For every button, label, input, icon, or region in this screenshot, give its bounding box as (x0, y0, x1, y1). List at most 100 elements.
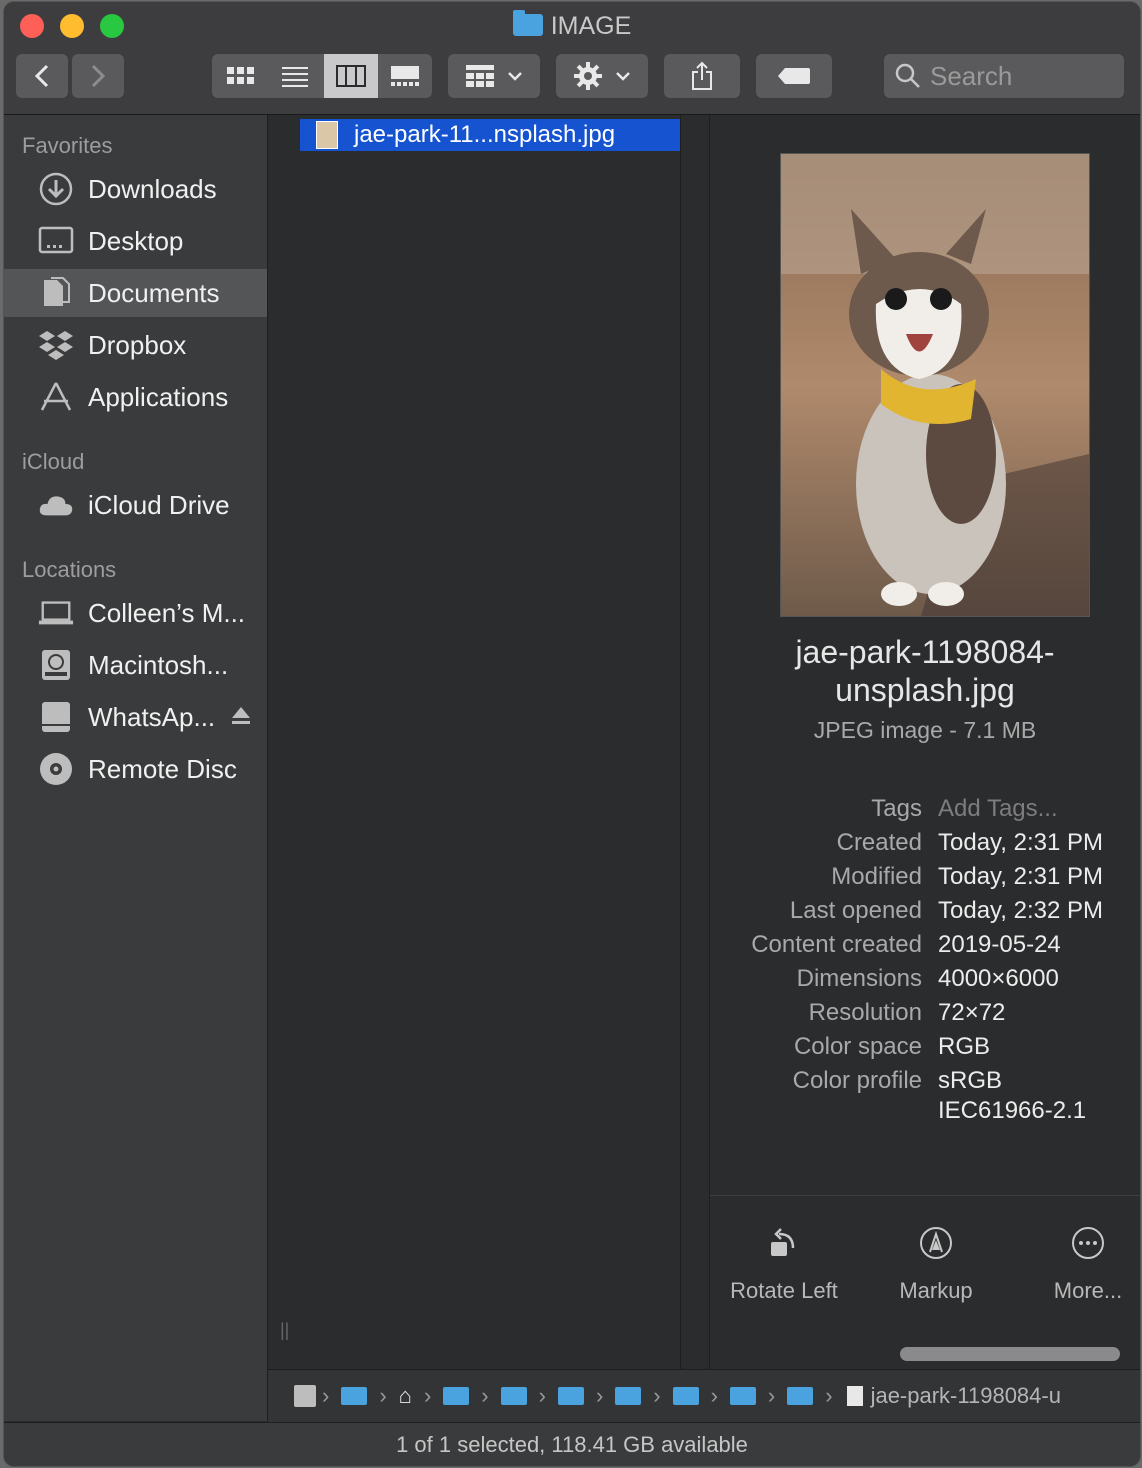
sidebar-item-whatsapp[interactable]: WhatsAp... (4, 693, 267, 741)
meta-key-content-created: Content created (751, 931, 922, 958)
meta-value-dimensions: 4000×6000 (938, 965, 1059, 992)
sidebar-item-desktop[interactable]: Desktop (4, 217, 267, 265)
column-view-button[interactable] (324, 54, 378, 98)
chevron-down-icon (616, 72, 630, 81)
meta-value-last-opened: Today, 2:32 PM (938, 897, 1103, 924)
more-label: More... (1053, 1278, 1123, 1303)
folder-icon[interactable] (787, 1387, 814, 1405)
group-button[interactable] (448, 54, 540, 98)
image-file-icon[interactable] (846, 1386, 863, 1406)
add-tags-field[interactable]: Add Tags... (938, 795, 1138, 823)
file-name: jae-park-11...nsplash.jpg (354, 121, 616, 148)
file-row-selected[interactable]: jae-park-11...nsplash.jpg (300, 119, 680, 151)
forward-button[interactable] (72, 54, 124, 98)
chevron-right-icon: › (653, 1383, 661, 1408)
sidebar-item-icloud-drive[interactable]: iCloud Drive (4, 481, 267, 529)
tag-icon (778, 68, 810, 84)
chevron-right-icon: › (322, 1383, 330, 1408)
rotate-left-label: Rotate Left (730, 1278, 838, 1303)
applications-icon (38, 379, 74, 415)
finder-window: IMAGE Search Favorites Downloads Desktop… (4, 2, 1140, 1466)
window-title: IMAGE (4, 10, 1140, 41)
chevron-right-icon: › (767, 1383, 776, 1408)
group-icon (466, 65, 494, 87)
markup-label: Markup (899, 1278, 973, 1303)
icon-view-button[interactable] (214, 54, 268, 98)
path-bar: › › ⌂ › › › › › › › › jae-park-1198084-u (268, 1369, 1140, 1422)
share-icon (692, 61, 712, 90)
horizontal-scrollbar[interactable] (900, 1347, 1120, 1361)
folder-icon[interactable] (500, 1387, 527, 1405)
meta-key-last-opened: Last opened (789, 897, 922, 924)
toolbar: IMAGE Search (4, 2, 1140, 115)
preview-pane: jae-park-1198084- unsplash.jpg JPEG imag… (710, 115, 1140, 1421)
file-name-line-2: unsplash.jpg (835, 672, 1015, 708)
preview-file-name: jae-park-1198084- unsplash.jpg (710, 633, 1140, 709)
chevron-right-icon: › (423, 1383, 432, 1408)
gallery-view-button[interactable] (378, 54, 432, 98)
dropbox-icon (38, 327, 74, 363)
back-button[interactable] (16, 54, 68, 98)
columns-icon (336, 65, 366, 87)
folder-icon[interactable] (729, 1387, 756, 1405)
sidebar-item-dropbox[interactable]: Dropbox (4, 321, 267, 369)
share-button[interactable] (664, 54, 740, 98)
chevron-right-icon: › (379, 1383, 387, 1408)
markup-icon (866, 1226, 1006, 1262)
file-name-line-1: jae-park-1198084- (795, 634, 1055, 670)
chevron-right-icon: › (710, 1383, 718, 1408)
search-field[interactable]: Search (884, 54, 1124, 98)
sidebar-item-applications[interactable]: Applications (4, 373, 267, 421)
rotate-left-icon (714, 1226, 854, 1262)
more-button[interactable]: More... (1018, 1226, 1140, 1304)
sidebar-item-label: Colleen’s M... (88, 597, 246, 628)
users-folder-icon[interactable] (341, 1387, 368, 1405)
sidebar-item-documents[interactable]: Documents (4, 269, 267, 317)
harddisk-icon[interactable] (294, 1385, 316, 1407)
meta-key-modified: Modified (831, 863, 922, 890)
documents-icon (38, 275, 74, 311)
volume-icon (38, 699, 74, 735)
list-view-button[interactable] (268, 54, 322, 98)
search-placeholder: Search (930, 60, 1013, 91)
sidebar-item-downloads[interactable]: Downloads (4, 165, 267, 213)
sidebar-section-locations: Locations (22, 557, 117, 582)
gallery-icon (391, 66, 419, 86)
sidebar-item-computer[interactable]: Colleen’s M... (4, 589, 267, 637)
folder-icon[interactable] (672, 1387, 699, 1405)
meta-value-color-profile-cont: IEC61966-2.1 (938, 1097, 1087, 1124)
rotate-left-button[interactable]: Rotate Left (714, 1226, 854, 1304)
sidebar-item-label: Dropbox (88, 329, 187, 360)
action-button[interactable] (556, 54, 648, 98)
quick-actions: Rotate Left Markup More... (710, 1195, 1140, 1346)
image-file-icon (316, 121, 338, 149)
meta-key-resolution: Resolution (808, 999, 922, 1026)
column-resize-handle[interactable]: || (280, 1320, 289, 1341)
meta-value-resolution: 72×72 (938, 999, 1006, 1026)
markup-button[interactable]: Markup (866, 1226, 1006, 1304)
eject-icon[interactable] (231, 703, 251, 734)
meta-key-color-space: Color space (793, 1033, 922, 1060)
meta-value-modified: Today, 2:31 PM (938, 863, 1103, 890)
folder-icon[interactable] (557, 1387, 584, 1405)
home-icon[interactable]: ⌂ (399, 1383, 412, 1409)
download-icon (38, 171, 74, 207)
path-last-item[interactable]: jae-park-1198084-u (871, 1383, 1061, 1409)
list-icon (282, 67, 308, 87)
sidebar-section-favorites: Favorites (22, 133, 113, 158)
sidebar-item-label: Macintosh... (88, 649, 229, 680)
laptop-icon (38, 595, 74, 631)
file-kind: JPEG image - 7.1 MB (813, 717, 1037, 743)
documents-folder-icon[interactable] (443, 1387, 470, 1405)
file-column: jae-park-11...nsplash.jpg || || (268, 115, 699, 1421)
chevron-right-icon: › (538, 1383, 546, 1408)
harddisk-icon (38, 647, 74, 683)
cloud-icon (38, 487, 74, 523)
sidebar-item-remote-disc[interactable]: Remote Disc (4, 745, 267, 793)
tags-button[interactable] (756, 54, 832, 98)
grid-icon (227, 67, 254, 84)
folder-icon[interactable] (615, 1387, 642, 1405)
sidebar-item-macintosh[interactable]: Macintosh... (4, 641, 267, 689)
desktop-icon (38, 223, 74, 259)
empty-column (681, 115, 710, 1421)
